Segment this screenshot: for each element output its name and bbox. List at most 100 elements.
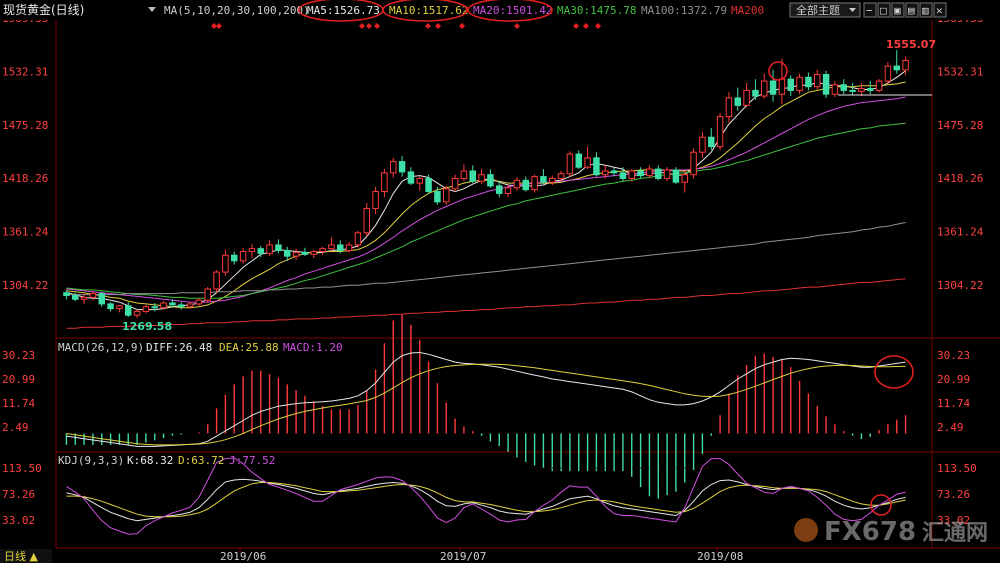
candle-up[interactable] bbox=[716, 116, 724, 148]
candle-up[interactable] bbox=[142, 306, 150, 312]
candle-down[interactable] bbox=[522, 179, 529, 191]
candle-up[interactable] bbox=[761, 80, 768, 97]
candle-up[interactable] bbox=[504, 187, 512, 194]
candle-up[interactable] bbox=[443, 188, 450, 203]
candle-up[interactable] bbox=[875, 80, 883, 91]
candle-up[interactable] bbox=[531, 176, 538, 191]
candle-down[interactable] bbox=[151, 306, 158, 309]
candle-up[interactable] bbox=[133, 310, 141, 316]
candle-up[interactable] bbox=[116, 305, 123, 310]
candle-down[interactable] bbox=[655, 168, 662, 179]
candle-up[interactable] bbox=[195, 299, 203, 305]
candle-down[interactable] bbox=[619, 172, 627, 179]
candle-up[interactable] bbox=[743, 89, 750, 106]
timeframe-tab[interactable]: 日线 ▲ bbox=[4, 549, 38, 563]
candle-up[interactable] bbox=[416, 177, 423, 184]
candle-up[interactable] bbox=[628, 170, 635, 179]
candle-up[interactable] bbox=[160, 302, 167, 309]
candle-down[interactable] bbox=[425, 177, 432, 193]
candle-down[interactable] bbox=[125, 305, 132, 316]
candle-down[interactable] bbox=[752, 89, 759, 97]
candle-down[interactable] bbox=[805, 76, 812, 88]
candle-down[interactable] bbox=[407, 171, 415, 184]
candle-up[interactable] bbox=[390, 161, 397, 174]
candle-down[interactable] bbox=[637, 170, 644, 177]
candle-down[interactable] bbox=[540, 176, 547, 183]
candle-up[interactable] bbox=[186, 303, 194, 308]
candle-up[interactable] bbox=[89, 293, 97, 298]
candle-up[interactable] bbox=[292, 251, 300, 257]
candle-up[interactable] bbox=[699, 136, 706, 153]
candle-down[interactable] bbox=[610, 170, 618, 174]
candle-up[interactable] bbox=[725, 97, 733, 118]
candle-down[interactable] bbox=[169, 302, 176, 306]
candle-up[interactable] bbox=[796, 76, 803, 91]
candle-down[interactable] bbox=[434, 191, 441, 203]
candle-down[interactable] bbox=[849, 89, 856, 92]
candle-down[interactable] bbox=[398, 161, 406, 173]
candle-up[interactable] bbox=[266, 244, 273, 254]
candle-down[interactable] bbox=[231, 254, 238, 262]
candle-up[interactable] bbox=[902, 59, 909, 71]
candle-down[interactable] bbox=[301, 251, 309, 255]
theme-selector[interactable]: 全部主题 bbox=[789, 2, 861, 18]
candle-up[interactable] bbox=[814, 73, 821, 88]
candle-down[interactable] bbox=[257, 248, 264, 254]
candle-down[interactable] bbox=[575, 153, 582, 168]
candle-down[interactable] bbox=[107, 303, 114, 310]
candle-down[interactable] bbox=[787, 78, 794, 91]
candle-up[interactable] bbox=[549, 177, 556, 183]
candle-up[interactable] bbox=[354, 232, 362, 246]
candle-up[interactable] bbox=[372, 191, 379, 209]
candle-up[interactable] bbox=[222, 254, 229, 273]
candle-up[interactable] bbox=[345, 244, 353, 252]
candle-down[interactable] bbox=[487, 174, 494, 187]
candle-up[interactable] bbox=[460, 170, 468, 179]
macd-tick-left: 2.49 bbox=[2, 421, 29, 434]
candle-down[interactable] bbox=[593, 157, 600, 176]
candle-down[interactable] bbox=[63, 292, 70, 297]
candle-up[interactable] bbox=[584, 157, 591, 168]
candle-up[interactable] bbox=[319, 248, 326, 252]
candle-up[interactable] bbox=[831, 84, 839, 95]
candle-up[interactable] bbox=[557, 173, 565, 179]
gold-daily-chart[interactable]: 1304.22 1304.22 1361.24 1361.24 1418.26 1418.… bbox=[0, 0, 1000, 563]
candle-up[interactable] bbox=[478, 174, 485, 182]
candle-up[interactable] bbox=[248, 248, 256, 252]
candle-down[interactable] bbox=[708, 136, 715, 148]
candle-down[interactable] bbox=[867, 88, 874, 91]
candle-down[interactable] bbox=[840, 84, 847, 91]
candle-up[interactable] bbox=[363, 207, 370, 234]
candle-up[interactable] bbox=[204, 288, 211, 301]
candle-down[interactable] bbox=[72, 295, 79, 300]
candle-up[interactable] bbox=[513, 179, 521, 189]
candle-down[interactable] bbox=[893, 65, 900, 71]
candle-up[interactable] bbox=[328, 244, 335, 250]
candle-up[interactable] bbox=[310, 250, 317, 255]
candle-up[interactable] bbox=[681, 174, 688, 183]
candle-down[interactable] bbox=[337, 244, 344, 252]
candle-up[interactable] bbox=[602, 170, 609, 176]
candle-up[interactable] bbox=[858, 88, 865, 92]
candle-down[interactable] bbox=[672, 169, 680, 183]
candle-down[interactable] bbox=[178, 304, 185, 308]
candle-up[interactable] bbox=[690, 151, 697, 176]
candle-up[interactable] bbox=[566, 153, 574, 175]
candle-down[interactable] bbox=[469, 170, 476, 182]
candle-down[interactable] bbox=[496, 185, 503, 194]
candle-down[interactable] bbox=[275, 244, 282, 252]
candle-down[interactable] bbox=[822, 73, 830, 95]
candle-up[interactable] bbox=[451, 177, 459, 190]
candle-up[interactable] bbox=[663, 169, 671, 179]
candle-down[interactable] bbox=[734, 97, 741, 106]
candle-up[interactable] bbox=[213, 271, 220, 290]
candle-up[interactable] bbox=[646, 168, 653, 177]
candle-up[interactable] bbox=[80, 296, 88, 300]
candle-down[interactable] bbox=[284, 250, 291, 257]
candle-down[interactable] bbox=[98, 293, 105, 305]
candle-up[interactable] bbox=[778, 78, 786, 95]
candle-up[interactable] bbox=[884, 65, 892, 82]
candle-up[interactable] bbox=[239, 250, 247, 262]
candle-up[interactable] bbox=[381, 172, 388, 193]
candle-down[interactable] bbox=[769, 80, 777, 95]
